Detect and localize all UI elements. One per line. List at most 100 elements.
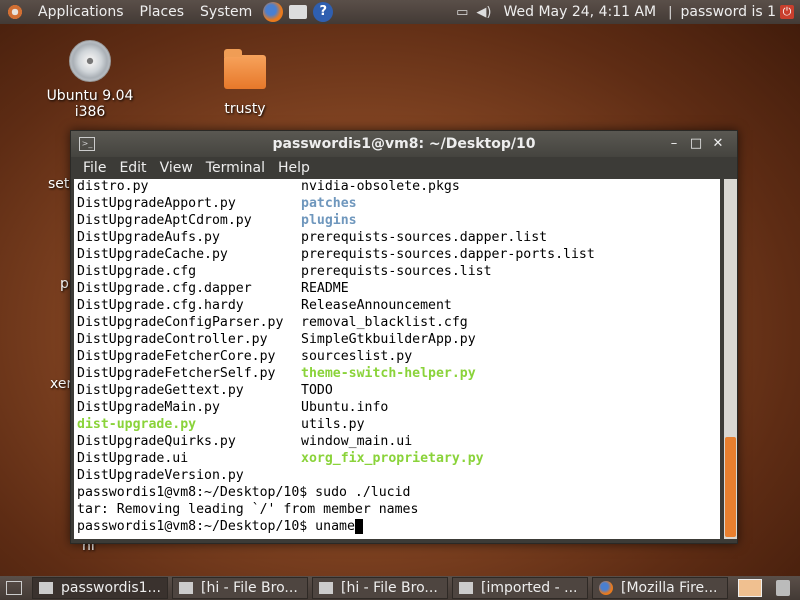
file-entry: DistUpgradeMain.py [77,400,220,415]
menu-places[interactable]: Places [132,0,193,24]
folder-icon [319,582,333,594]
terminal-icon [39,582,53,594]
show-desktop-icon[interactable] [6,581,22,595]
terminal-line: DistUpgrade.cfg prerequists-sources.list [77,263,595,280]
terminal-scrollbar[interactable] [724,179,737,539]
maximize-button[interactable]: □ [685,135,707,153]
top-panel: Applications Places System ? ▭ ◀) Wed Ma… [0,0,800,24]
taskbar-button[interactable]: passwordis1... [32,577,168,599]
user-switcher[interactable]: password is 1 [681,4,776,20]
file-entry: sourceslist.py [301,349,413,364]
scrollbar-thumb[interactable] [725,437,736,537]
file-entry: TODO [301,383,333,398]
file-entry: DistUpgradeCache.py [77,247,228,262]
menu-applications[interactable]: Applications [30,0,132,24]
taskbar-button[interactable]: [imported - ... [452,577,588,599]
desktop-icon-label: Ubuntu 9.04 i386 [46,88,134,120]
menu-terminal[interactable]: Terminal [199,160,271,176]
file-entry: README [301,281,349,296]
file-entry: distro.py [77,179,149,194]
power-icon[interactable]: ⏻ [780,5,794,19]
file-entry: prerequists-sources.dapper-ports.list [301,247,595,262]
file-entry: prerequists-sources.list [301,264,492,279]
window-titlebar[interactable]: >_ passwordis1@vm8: ~/Desktop/10 – □ ✕ [71,131,737,157]
terminal-output[interactable]: distro.py nvidia-obsolete.pkgs DistUpgrade… [74,179,720,539]
file-entry: DistUpgradeFetcherSelf.py [77,366,276,381]
menu-system[interactable]: System [192,0,260,24]
minimize-button[interactable]: – [663,135,685,153]
file-entry: DistUpgradeAufs.py [77,230,220,245]
file-entry: DistUpgrade.cfg [77,264,197,279]
menu-help[interactable]: Help [271,160,316,176]
terminal-line: DistUpgradeAufs.py prerequists-sources.da… [77,229,595,246]
workspace-switcher[interactable] [738,579,762,597]
system-tray: ▭ ◀) Wed May 24, 4:11 AM | password is 1… [452,0,800,24]
taskbar-button-label: [imported - ... [481,580,578,596]
terminal-window: >_ passwordis1@vm8: ~/Desktop/10 – □ ✕ F… [70,130,738,544]
file-entry: DistUpgradeGettext.py [77,383,244,398]
terminal-prompt-line[interactable]: passwordis1@vm8:~/Desktop/10$ uname [77,518,595,535]
menu-file[interactable]: File [71,160,112,176]
taskbar-button-label: passwordis1... [61,580,161,596]
terminal-line: dist-upgrade.py utils.py [77,416,595,433]
volume-icon[interactable]: ◀) [476,5,491,20]
terminal-line: DistUpgradeCache.py prerequists-sources.d… [77,246,595,263]
help-launcher-icon[interactable]: ? [313,2,334,22]
mail-launcher-icon[interactable] [289,5,308,19]
terminal-line: DistUpgradeController.py SimpleGtkbuilder… [77,331,595,348]
file-entry: plugins [301,213,357,228]
folder-icon [179,582,193,594]
firefox-launcher-icon[interactable] [263,2,284,22]
file-entry: DistUpgradeConfigParser.py [77,315,284,330]
panel-separator: | [668,4,673,20]
file-entry: patches [301,196,357,211]
file-entry: DistUpgrade.cfg.dapper [77,281,252,296]
file-entry: DistUpgrade.cfg.hardy [77,298,244,313]
file-entry: dist-upgrade.py [77,417,197,432]
terminal-line: DistUpgradeApport.py patches [77,195,595,212]
terminal-line: DistUpgradeGettext.py TODO [77,382,595,399]
file-entry: Ubuntu.info [301,400,389,415]
menu-edit[interactable]: Edit [112,160,152,176]
desktop-icon-trusty[interactable]: trusty [200,49,290,117]
terminal-line: DistUpgradeFetcherSelf.py theme-switch-he… [77,365,595,382]
file-entry: window_main.ui [301,434,413,449]
terminal-line: DistUpgradeFetcherCore.py sourceslist.py [77,348,595,365]
file-entry: nvidia-obsolete.pkgs [301,179,460,194]
terminal-line: DistUpgrade.cfg.dapper README [77,280,595,297]
terminal-line: DistUpgradeAptCdrom.py plugins [77,212,595,229]
terminal-line: distro.py nvidia-obsolete.pkgs [77,179,595,195]
folder-icon [459,582,473,594]
trash-icon[interactable] [776,580,790,596]
file-entry: xorg_fix_proprietary.py [301,451,484,466]
cdrom-icon [69,40,111,82]
taskbar-button[interactable]: [Mozilla Fire... [592,577,728,599]
network-icon[interactable]: ▭ [456,5,468,20]
close-button[interactable]: ✕ [707,135,729,153]
desktop-partial-label[interactable]: xer [50,376,72,392]
file-entry: theme-switch-helper.py [301,366,476,381]
desktop-icon-label: trusty [224,101,266,117]
window-title: passwordis1@vm8: ~/Desktop/10 [272,136,536,152]
terminal-line: DistUpgradeMain.py Ubuntu.info [77,399,595,416]
file-entry: SimpleGtkbuilderApp.py [301,332,476,347]
taskbar-button[interactable]: [hi - File Bro... [312,577,448,599]
taskbar-button[interactable]: [hi - File Bro... [172,577,308,599]
desktop-icon-cdrom[interactable]: Ubuntu 9.04 i386 [30,40,150,120]
prompt-text: passwordis1@vm8:~/Desktop/10$ uname [77,519,355,534]
menu-view[interactable]: View [153,160,199,176]
terminal-line: DistUpgradeConfigParser.py removal_blackl… [77,314,595,331]
bottom-panel: passwordis1... [hi - File Bro... [hi - Fil… [0,576,800,600]
terminal-line: DistUpgrade.cfg.hardy ReleaseAnnouncement [77,297,595,314]
file-entry: DistUpgradeApport.py [77,196,236,211]
terminal-line: passwordis1@vm8:~/Desktop/10$ sudo ./luc… [77,485,411,500]
desktop-partial-label[interactable]: set [48,176,69,192]
clock[interactable]: Wed May 24, 4:11 AM [504,4,657,20]
ubuntu-logo-icon[interactable] [6,3,24,21]
text-cursor [354,518,363,534]
file-entry: prerequists-sources.dapper.list [301,230,548,245]
desktop-partial-label[interactable]: p [60,276,69,292]
file-entry: removal_blacklist.cfg [301,315,468,330]
folder-icon [224,49,266,89]
taskbar-button-label: [hi - File Bro... [341,580,438,596]
